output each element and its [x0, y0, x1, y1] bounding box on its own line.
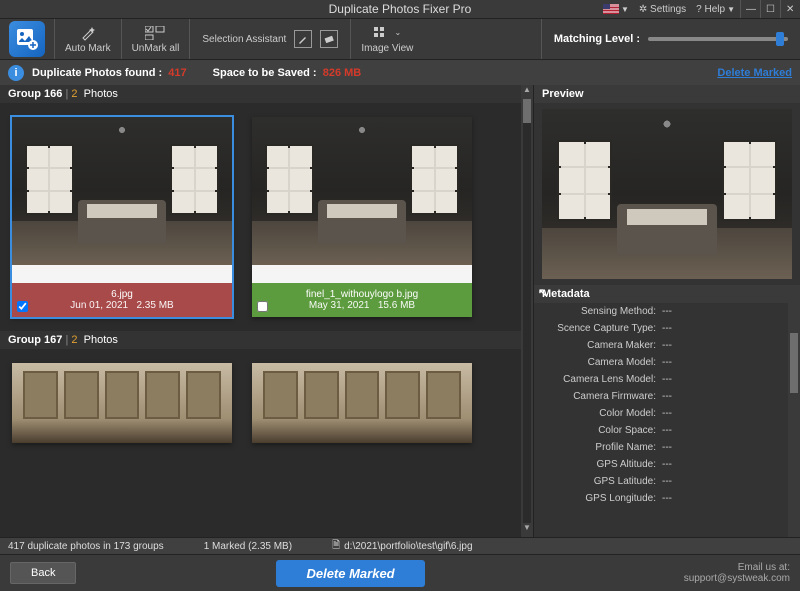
metadata-row: GPS Longitude:---: [542, 490, 792, 507]
slider-thumb[interactable]: [776, 32, 784, 46]
metadata-row: Profile Name:---: [542, 439, 792, 456]
delete-marked-button[interactable]: Delete Marked: [276, 560, 424, 587]
scroll-up-icon[interactable]: ▲: [521, 85, 533, 99]
wand-icon: [80, 25, 96, 41]
matching-level-section: Matching Level :: [541, 19, 800, 59]
footer: Back Delete Marked Email us at: support@…: [0, 554, 800, 591]
thumbnail-image: [252, 363, 472, 443]
auto-mark-button[interactable]: Auto Mark: [54, 19, 121, 59]
unmark-all-button[interactable]: UnMark all: [121, 19, 190, 59]
selection-tool-2[interactable]: [320, 30, 338, 48]
metadata-row: Color Model:---: [542, 405, 792, 422]
photo-card[interactable]: [252, 363, 472, 443]
photo-checkbox[interactable]: [257, 301, 268, 312]
close-button[interactable]: ✕: [780, 0, 800, 18]
cursor-icon: ↖: [538, 286, 547, 299]
metadata-scrollbar[interactable]: [788, 303, 800, 537]
app-title: Duplicate Photos Fixer Pro: [329, 2, 472, 16]
photo-caption: 6.jpg Jun 01, 2021 2.35 MB: [12, 283, 232, 317]
file-icon: 🗎: [332, 538, 340, 555]
scroll-down-icon[interactable]: ▼: [521, 523, 533, 537]
thumbnail-image: [12, 363, 232, 443]
title-bar: Duplicate Photos Fixer Pro ▼ ✲ Settings …: [0, 0, 800, 19]
selection-tool-1[interactable]: [294, 30, 312, 48]
metadata-row: Camera Lens Model:---: [542, 371, 792, 388]
thumbnail-image: [252, 117, 472, 265]
status-bar: 417 duplicate photos in 173 groups 1 Mar…: [0, 537, 800, 554]
photo-card[interactable]: 6.jpg Jun 01, 2021 2.35 MB: [12, 117, 232, 317]
thumbnail-image: [12, 117, 232, 265]
gear-icon: ✲: [639, 4, 647, 15]
info-icon: i: [8, 65, 24, 81]
duplicates-found: Duplicate Photos found : 417: [32, 67, 187, 79]
back-button[interactable]: Back: [10, 562, 76, 584]
group-header[interactable]: Group 167 | 2 Photos: [0, 331, 533, 349]
metadata-row: Color Space:---: [542, 422, 792, 439]
image-view-button[interactable]: ⌄ Image View: [350, 19, 423, 59]
metadata-header: ↖Metadata: [534, 285, 800, 303]
preview-pane: Preview ↖Metadata Sensing Method:--- Sce…: [533, 85, 800, 537]
toolbar: Auto Mark UnMark all Selection Assistant…: [0, 19, 800, 60]
photo-card[interactable]: finel_1_withouylogo b.jpg May 31, 2021 1…: [252, 117, 472, 317]
metadata-row: Sensing Method:---: [542, 303, 792, 320]
metadata-row: Scence Capture Type:---: [542, 320, 792, 337]
status-marked: 1 Marked (2.35 MB): [204, 541, 292, 552]
metadata-row: GPS Altitude:---: [542, 456, 792, 473]
photo-card[interactable]: [12, 363, 232, 443]
checklist-icon: [145, 25, 165, 41]
language-selector[interactable]: ▼: [598, 0, 634, 18]
matching-level-label: Matching Level :: [554, 33, 640, 45]
metadata-list: Sensing Method:--- Scence Capture Type:-…: [534, 303, 800, 537]
thumbnail-row: [0, 349, 533, 457]
minimize-button[interactable]: —: [740, 0, 760, 18]
metadata-row: Camera Model:---: [542, 354, 792, 371]
matching-level-slider[interactable]: [648, 37, 788, 41]
results-scrollbar[interactable]: ▲ ▼: [521, 85, 533, 537]
eraser-icon: [323, 33, 335, 45]
flag-icon: [603, 4, 619, 14]
wand-icon: [297, 33, 309, 45]
photo-checkbox[interactable]: [17, 301, 28, 312]
preview-image: [542, 109, 792, 279]
group-header[interactable]: Group 166 | 2 Photos: [0, 85, 533, 103]
thumbnail-row: 6.jpg Jun 01, 2021 2.35 MB finel_1_witho…: [0, 103, 533, 331]
help-menu[interactable]: ? Help▼: [691, 0, 740, 18]
metadata-row: Camera Firmware:---: [542, 388, 792, 405]
results-pane: Group 166 | 2 Photos 6.jpg Jun 01, 2021 …: [0, 85, 533, 537]
info-bar: i Duplicate Photos found : 417 Space to …: [0, 60, 800, 85]
metadata-row: GPS Latitude:---: [542, 473, 792, 490]
support-email: Email us at: support@systweak.com: [684, 562, 790, 584]
selection-assistant-section: Selection Assistant: [189, 19, 350, 59]
space-saved: Space to be Saved : 826 MB: [213, 67, 362, 79]
status-summary: 417 duplicate photos in 173 groups: [8, 541, 164, 552]
maximize-button[interactable]: ☐: [760, 0, 780, 18]
preview-header: Preview: [534, 85, 800, 103]
settings-menu[interactable]: ✲ Settings: [634, 0, 691, 18]
app-logo: [0, 19, 54, 59]
metadata-row: Camera Maker:---: [542, 337, 792, 354]
photo-caption: finel_1_withouylogo b.jpg May 31, 2021 1…: [252, 283, 472, 317]
status-path: 🗎d:\2021\portfolio\test\gif\6.jpg: [332, 538, 472, 555]
logo-icon: [15, 27, 39, 51]
grid-icon: ⌄: [374, 25, 402, 41]
main-area: Group 166 | 2 Photos 6.jpg Jun 01, 2021 …: [0, 85, 800, 537]
delete-marked-link[interactable]: Delete Marked: [717, 67, 792, 79]
